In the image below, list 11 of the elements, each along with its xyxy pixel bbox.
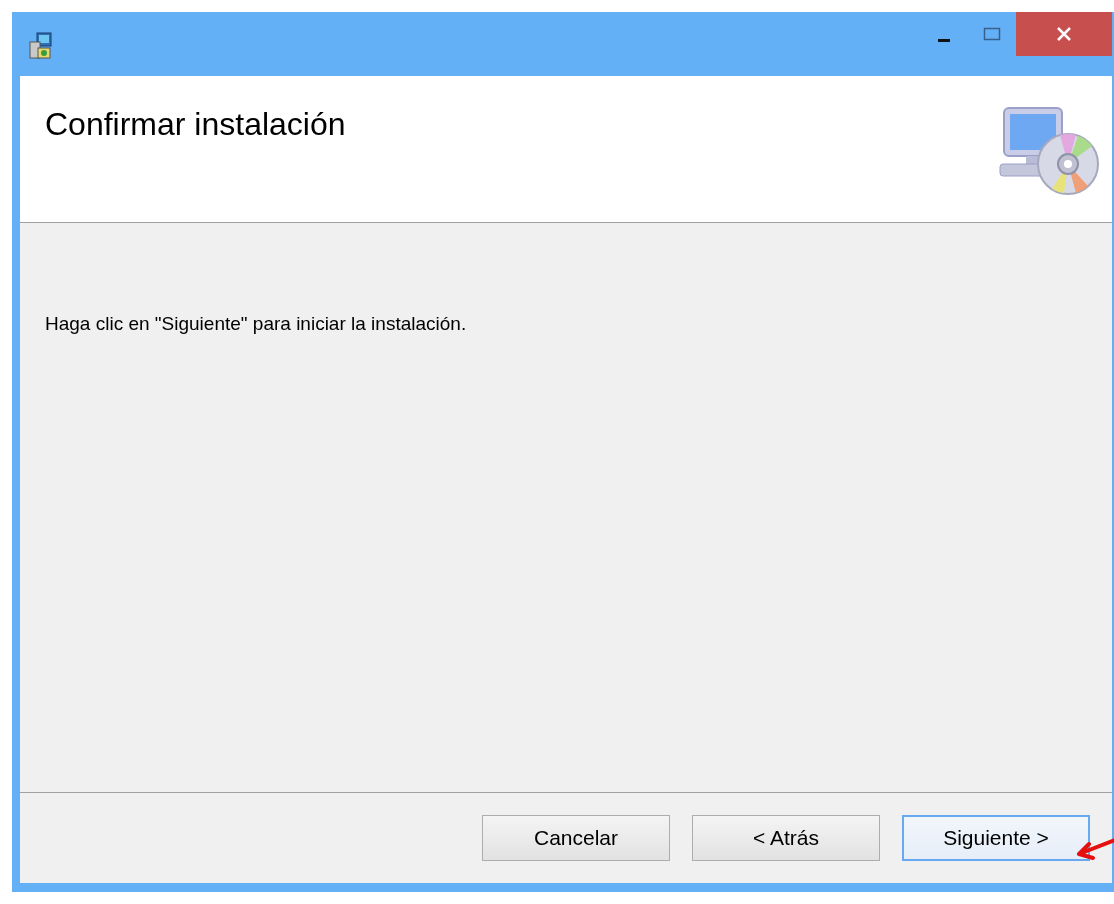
minimize-icon [938, 38, 950, 42]
close-icon [1055, 25, 1073, 43]
page-title: Confirmar instalación [45, 106, 346, 143]
computer-disc-icon [998, 104, 1102, 196]
installer-icon [28, 32, 54, 60]
maximize-icon [983, 26, 1001, 42]
wizard-button[interactable]: Cancelar [482, 815, 670, 861]
wizard-button[interactable]: Siguiente > [902, 815, 1090, 861]
wizard-button[interactable]: < Atrás [692, 815, 880, 861]
close-button[interactable] [1016, 12, 1112, 56]
instruction-text: Haga clic en "Siguiente" para iniciar la instalación. [45, 313, 468, 335]
